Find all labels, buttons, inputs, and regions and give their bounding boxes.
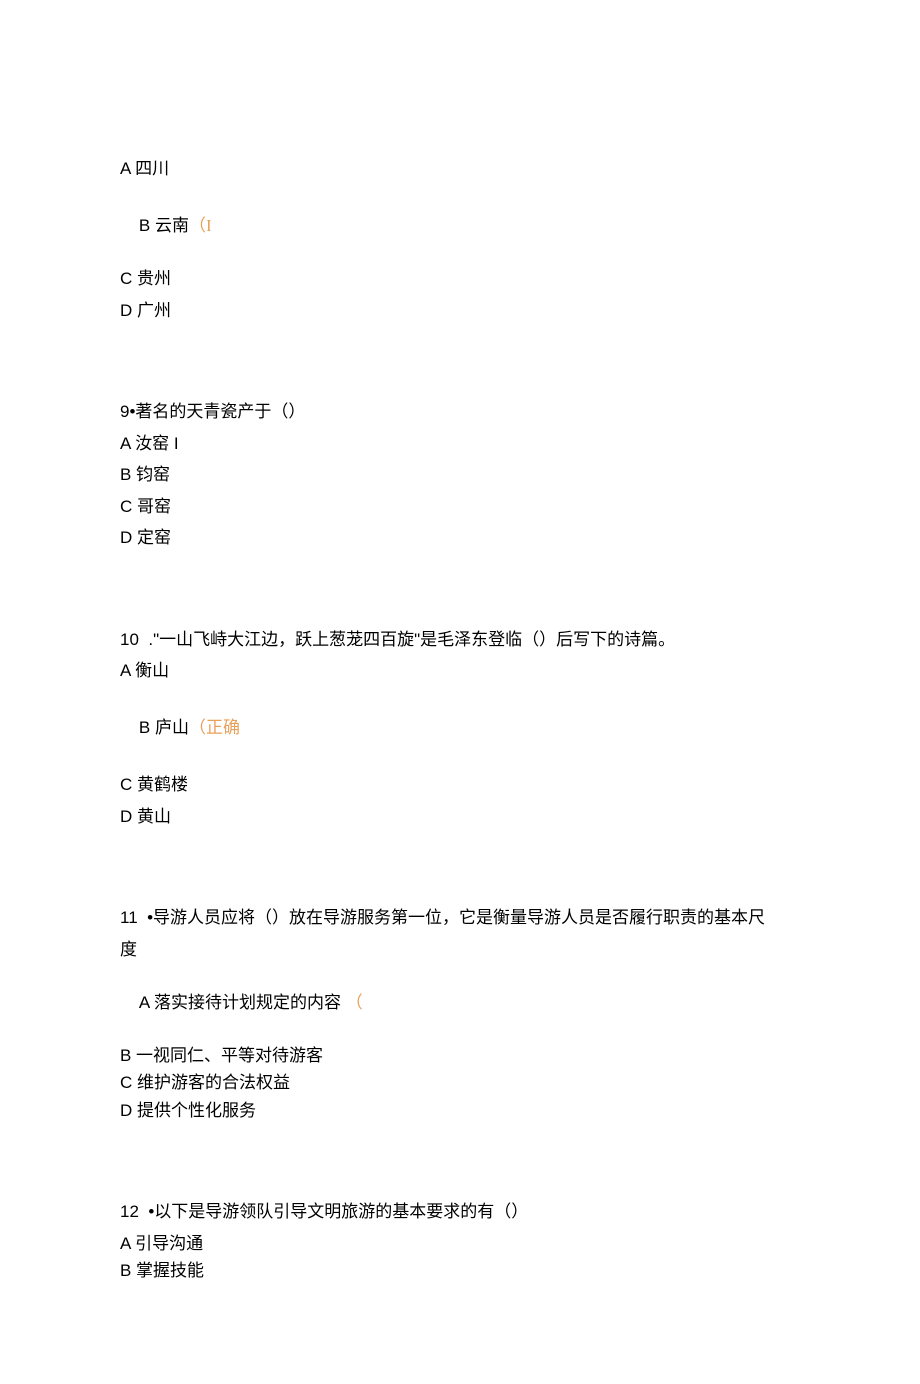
option-b: B 庐山（正确 <box>120 690 920 767</box>
question-prompt: 10 ."一山飞峙大江边，跃上葱茏四百旋"是毛泽东登临（）后写下的诗篇。 <box>120 627 920 653</box>
option-b-text: B 庐山 <box>139 718 189 737</box>
correct-mark: （正确 <box>189 718 240 737</box>
question-11: 11 •导游人员应将（）放在导游服务第一位，它是衡量导游人员是否履行职责的基本尺… <box>120 905 920 1123</box>
question-10: 10 ."一山飞峙大江边，跃上葱茏四百旋"是毛泽东登临（）后写下的诗篇。 A 衡… <box>120 627 920 830</box>
question-prompt: 12 •以下是导游领队引导文明旅游的基本要求的有（） <box>120 1199 920 1225</box>
option-a: A 引导沟通 <box>120 1231 920 1257</box>
option-d: D 提供个性化服务 <box>120 1098 920 1124</box>
option-a: A 汝窑 I <box>120 431 920 457</box>
option-c: C 贵州 <box>120 266 920 292</box>
option-a: A 四川 <box>120 156 920 182</box>
option-a-text: A 落实接待计划规定的内容 <box>139 993 341 1012</box>
option-d: D 黄山 <box>120 804 920 830</box>
option-c: C 哥窑 <box>120 494 920 520</box>
question-12: 12 •以下是导游领队引导文明旅游的基本要求的有（） A 引导沟通 B 掌握技能 <box>120 1199 920 1284</box>
correct-mark: （ <box>346 993 363 1012</box>
question-prompt-line2: 度 <box>120 937 920 963</box>
option-b: B 钧窑 <box>120 462 920 488</box>
question-prompt: 9•著名的天青瓷产于（） <box>120 399 920 425</box>
option-b-text: B 云南 <box>139 216 189 235</box>
option-c: C 黄鹤楼 <box>120 772 920 798</box>
correct-mark: （I <box>189 216 212 235</box>
option-a: A 落实接待计划规定的内容 （ <box>120 964 920 1041</box>
question-prompt-line1: 11 •导游人员应将（）放在导游服务第一位，它是衡量导游人员是否履行职责的基本尺 <box>120 905 920 931</box>
option-b: B 一视同仁、平等对待游客 <box>120 1043 920 1069</box>
option-a: A 衡山 <box>120 658 920 684</box>
option-b: B 掌握技能 <box>120 1258 920 1284</box>
option-c: C 维护游客的合法权益 <box>120 1070 920 1096</box>
option-d: D 定窑 <box>120 525 920 551</box>
question-9: 9•著名的天青瓷产于（） A 汝窑 I B 钧窑 C 哥窑 D 定窑 <box>120 399 920 551</box>
question-8-options: A 四川 B 云南（I C 贵州 D 广州 <box>120 156 920 323</box>
option-b: B 云南（I <box>120 188 920 265</box>
option-d: D 广州 <box>120 298 920 324</box>
